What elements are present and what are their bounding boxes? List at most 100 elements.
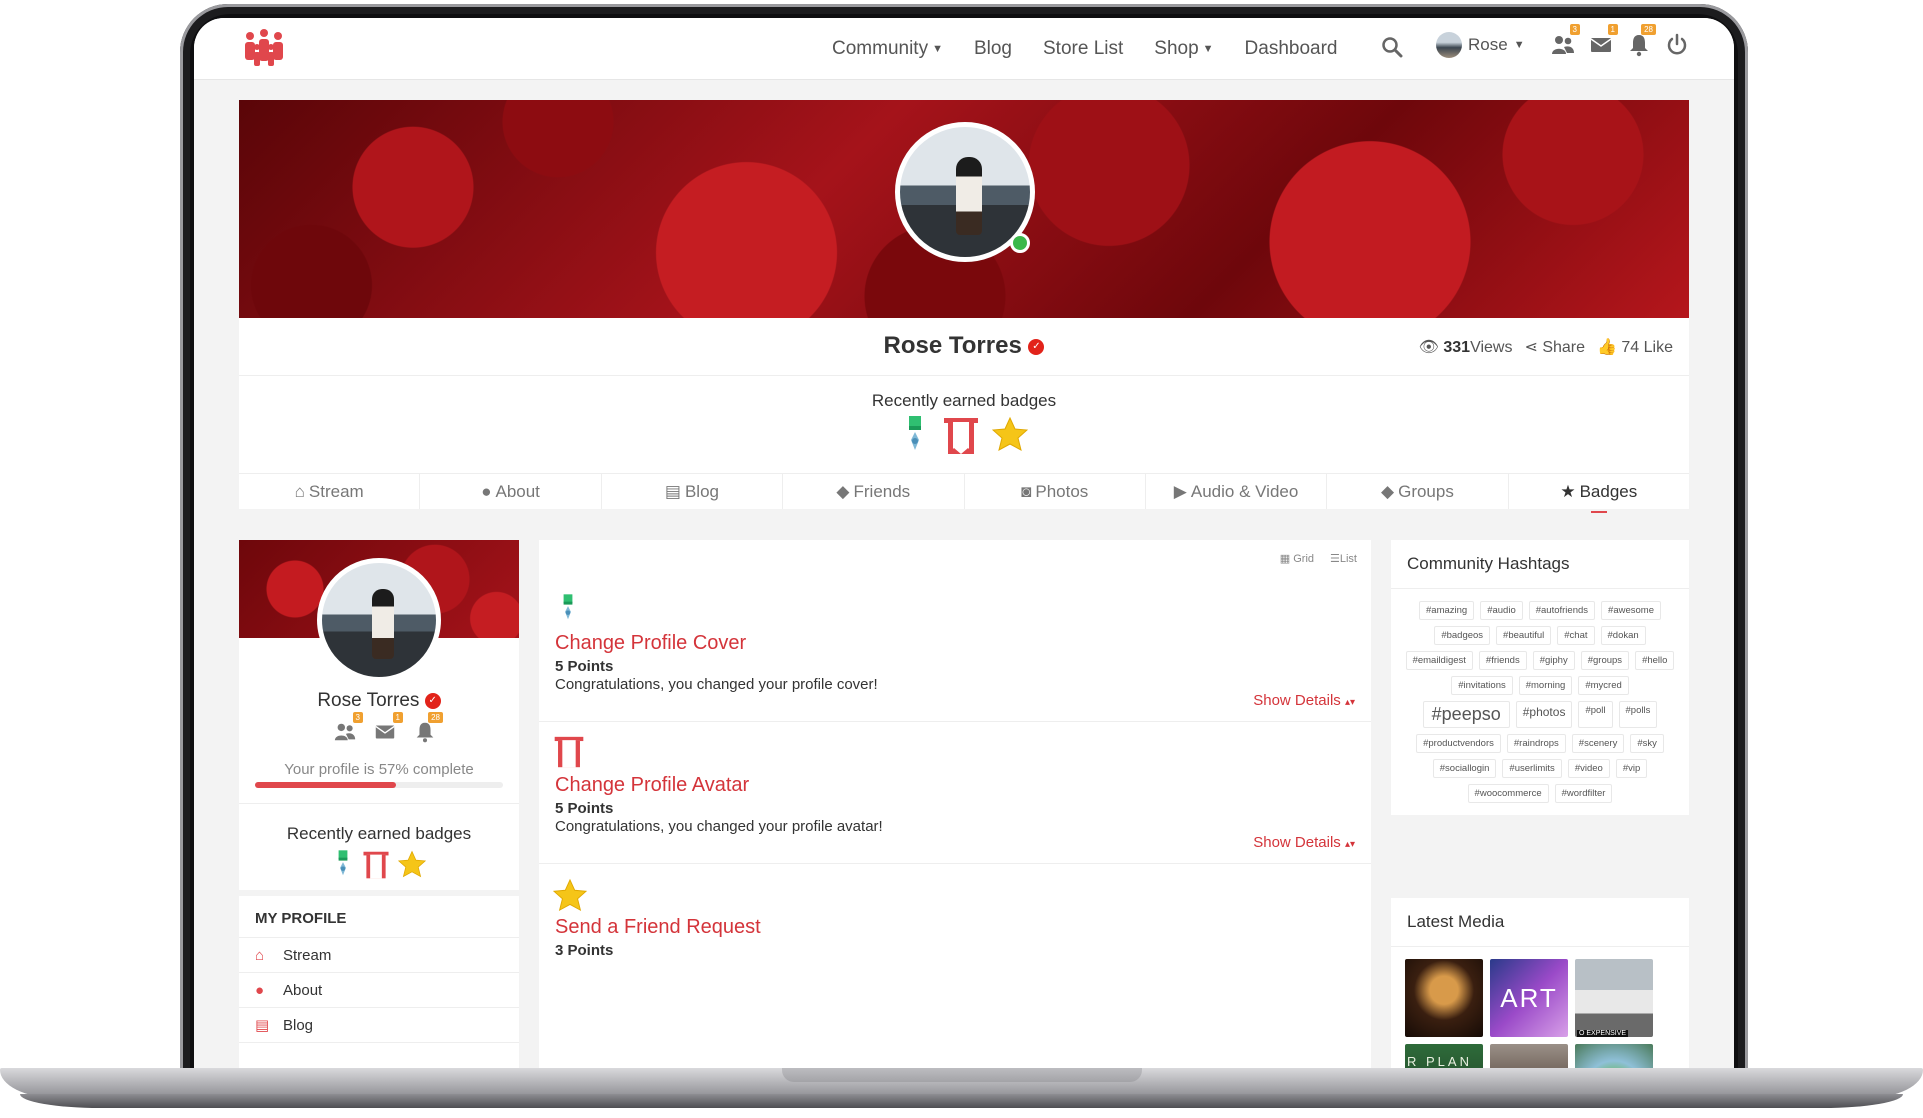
messages-icon[interactable]: 1 xyxy=(1588,24,1618,58)
hashtag-item[interactable]: #hello xyxy=(1635,651,1675,670)
chevron-down-icon: ▼ xyxy=(1513,39,1525,51)
hashtag-item[interactable]: #beautiful xyxy=(1496,626,1552,645)
hashtag-item[interactable]: #autofriends xyxy=(1528,601,1596,620)
badge-title[interactable]: Change Profile Cover xyxy=(555,632,746,655)
sidebar-avatar[interactable] xyxy=(317,558,441,682)
hashtag-item[interactable]: #groups xyxy=(1580,651,1630,670)
divider xyxy=(239,803,519,804)
nav-blog[interactable]: Blog xyxy=(974,38,1012,60)
tab-groups[interactable]: ◆ Groups xyxy=(1327,474,1509,509)
grid-view-label: Grid xyxy=(1293,553,1314,565)
tab-friends[interactable]: ◆ Friends xyxy=(783,474,965,509)
badge-description: Congratulations, you changed your profil… xyxy=(555,818,883,835)
show-details-button[interactable]: Show Details ▴▾ xyxy=(1253,692,1355,709)
banner-icon[interactable] xyxy=(362,850,390,880)
hashtag-item[interactable]: #peepso xyxy=(1422,701,1510,728)
hashtag-item[interactable]: #vip xyxy=(1615,759,1648,778)
hashtag-item[interactable]: #emaildigest xyxy=(1405,651,1473,670)
tab-about[interactable]: ● About xyxy=(420,474,602,509)
hashtag-item[interactable]: #dokan xyxy=(1600,626,1646,645)
banner-icon[interactable] xyxy=(942,416,980,456)
star-icon[interactable] xyxy=(398,850,426,878)
blog-icon: ▤ xyxy=(255,1017,270,1034)
hashtag-item[interactable]: #polls xyxy=(1618,701,1658,728)
hashtag-item[interactable]: #chat xyxy=(1557,626,1595,645)
power-icon[interactable] xyxy=(1664,32,1690,58)
hashtag-item[interactable]: #productvendors xyxy=(1416,734,1501,753)
nav-community[interactable]: Community ▼ xyxy=(832,38,943,60)
media-thumbnail[interactable] xyxy=(1575,1044,1653,1068)
my-profile-menu: MY PROFILE ⌂ Stream ● About ▤ Blog xyxy=(239,890,519,1043)
widget-title: Latest Media xyxy=(1391,898,1689,947)
hashtag-item[interactable]: #video xyxy=(1567,759,1610,778)
tab-stream[interactable]: ⌂ Stream xyxy=(239,474,421,509)
badge-description: Congratulations, you changed your profil… xyxy=(555,676,878,693)
views-label: Views xyxy=(1470,339,1513,356)
badge-title[interactable]: Change Profile Avatar xyxy=(555,774,749,797)
show-details-label: Show Details xyxy=(1253,834,1341,851)
nav-dashboard[interactable]: Dashboard xyxy=(1245,38,1338,60)
media-thumbnail[interactable]: ART xyxy=(1490,959,1568,1037)
nav-store-list[interactable]: Store List xyxy=(1043,38,1123,60)
share-button[interactable]: ⋖ Share xyxy=(1524,337,1585,357)
media-thumbnail[interactable] xyxy=(1405,959,1483,1037)
my-profile-title: MY PROFILE xyxy=(239,896,519,938)
hashtag-item[interactable]: #giphy xyxy=(1532,651,1575,670)
recent-badges-title: Recently earned badges xyxy=(871,391,1057,410)
user-menu[interactable]: Rose ▼ xyxy=(1436,32,1525,58)
badge-title[interactable]: Send a Friend Request xyxy=(555,916,761,939)
tab-audio-video[interactable]: ▶ Audio & Video xyxy=(1146,474,1328,509)
camera-icon: ◙ xyxy=(1021,481,1032,501)
hashtag-item[interactable]: #poll xyxy=(1578,701,1613,728)
like-button[interactable]: 👍 74 Like xyxy=(1597,337,1673,357)
friends-icon[interactable]: 3 xyxy=(333,712,363,746)
tab-blog[interactable]: ▤ Blog xyxy=(602,474,784,509)
media-thumbnail[interactable]: O EXPENSIVE xyxy=(1575,959,1653,1037)
messages-icon[interactable]: 1 xyxy=(373,712,403,746)
hashtag-item[interactable]: #mycred xyxy=(1578,676,1629,695)
hashtag-item[interactable]: #wordfilter xyxy=(1554,784,1613,803)
hashtag-item[interactable]: #badgeos xyxy=(1434,626,1491,645)
hashtag-item[interactable]: #sociallogin xyxy=(1432,759,1497,778)
medal-icon[interactable] xyxy=(900,416,930,456)
show-details-button[interactable]: Show Details ▴▾ xyxy=(1253,834,1355,851)
medal-icon[interactable] xyxy=(332,850,354,880)
nav-shop[interactable]: Shop ▼ xyxy=(1154,38,1213,60)
nav-blog-label: Blog xyxy=(973,38,1012,59)
media-thumbnail[interactable] xyxy=(1490,1044,1568,1068)
hashtag-item[interactable]: #amazing xyxy=(1419,601,1475,620)
hashtag-item[interactable]: #photos xyxy=(1515,701,1573,728)
list-view-button[interactable]: ☰List xyxy=(1330,552,1357,565)
tab-photos[interactable]: ◙ Photos xyxy=(965,474,1146,509)
media-thumbnail[interactable]: R PLAN xyxy=(1405,1044,1483,1068)
hashtag-item[interactable]: #woocommerce xyxy=(1467,784,1549,803)
bell-icon[interactable]: 28 xyxy=(1626,24,1656,58)
profile-sidebar-card: Rose Torres ✓ 3 1 28 Your profile is 57%… xyxy=(239,540,519,1068)
hashtag-item[interactable]: #raindrops xyxy=(1506,734,1566,753)
tab-badges[interactable]: ★ Badges xyxy=(1509,474,1689,513)
hashtag-item[interactable]: #friends xyxy=(1478,651,1527,670)
site-logo-icon[interactable] xyxy=(240,28,288,68)
profile-tabs: ⌂ Stream ● About ▤ Blog ◆ Friends ◙ Photos ▶ A… xyxy=(239,473,1689,513)
friends-icon[interactable]: 3 xyxy=(1550,24,1580,58)
bell-icon[interactable]: 28 xyxy=(413,712,443,746)
hashtag-item[interactable]: #invitations xyxy=(1451,676,1513,695)
hashtag-item[interactable]: #scenery xyxy=(1571,734,1625,753)
laptop-notch xyxy=(782,1068,1142,1082)
grid-view-button[interactable]: ▦ Grid xyxy=(1280,552,1314,565)
hashtag-item[interactable]: #audio xyxy=(1480,601,1523,620)
star-icon[interactable] xyxy=(992,416,1028,452)
hashtag-item[interactable]: #sky xyxy=(1630,734,1664,753)
sidebar-item-about[interactable]: ● About xyxy=(239,973,519,1008)
hashtag-item[interactable]: #morning xyxy=(1518,676,1573,695)
media-thumb-text: R PLAN xyxy=(1407,1054,1472,1068)
hashtag-item[interactable]: #awesome xyxy=(1601,601,1661,620)
sidebar-item-stream[interactable]: ⌂ Stream xyxy=(239,938,519,973)
profile-cover xyxy=(239,100,1689,318)
home-icon: ⌂ xyxy=(255,946,265,964)
search-icon[interactable] xyxy=(1381,36,1403,58)
hashtag-item[interactable]: #userlimits xyxy=(1502,759,1562,778)
tab-photos-label: Photos xyxy=(1035,481,1089,501)
sidebar-profile-name[interactable]: Rose Torres xyxy=(317,690,419,711)
sidebar-item-blog[interactable]: ▤ Blog xyxy=(239,1008,519,1043)
